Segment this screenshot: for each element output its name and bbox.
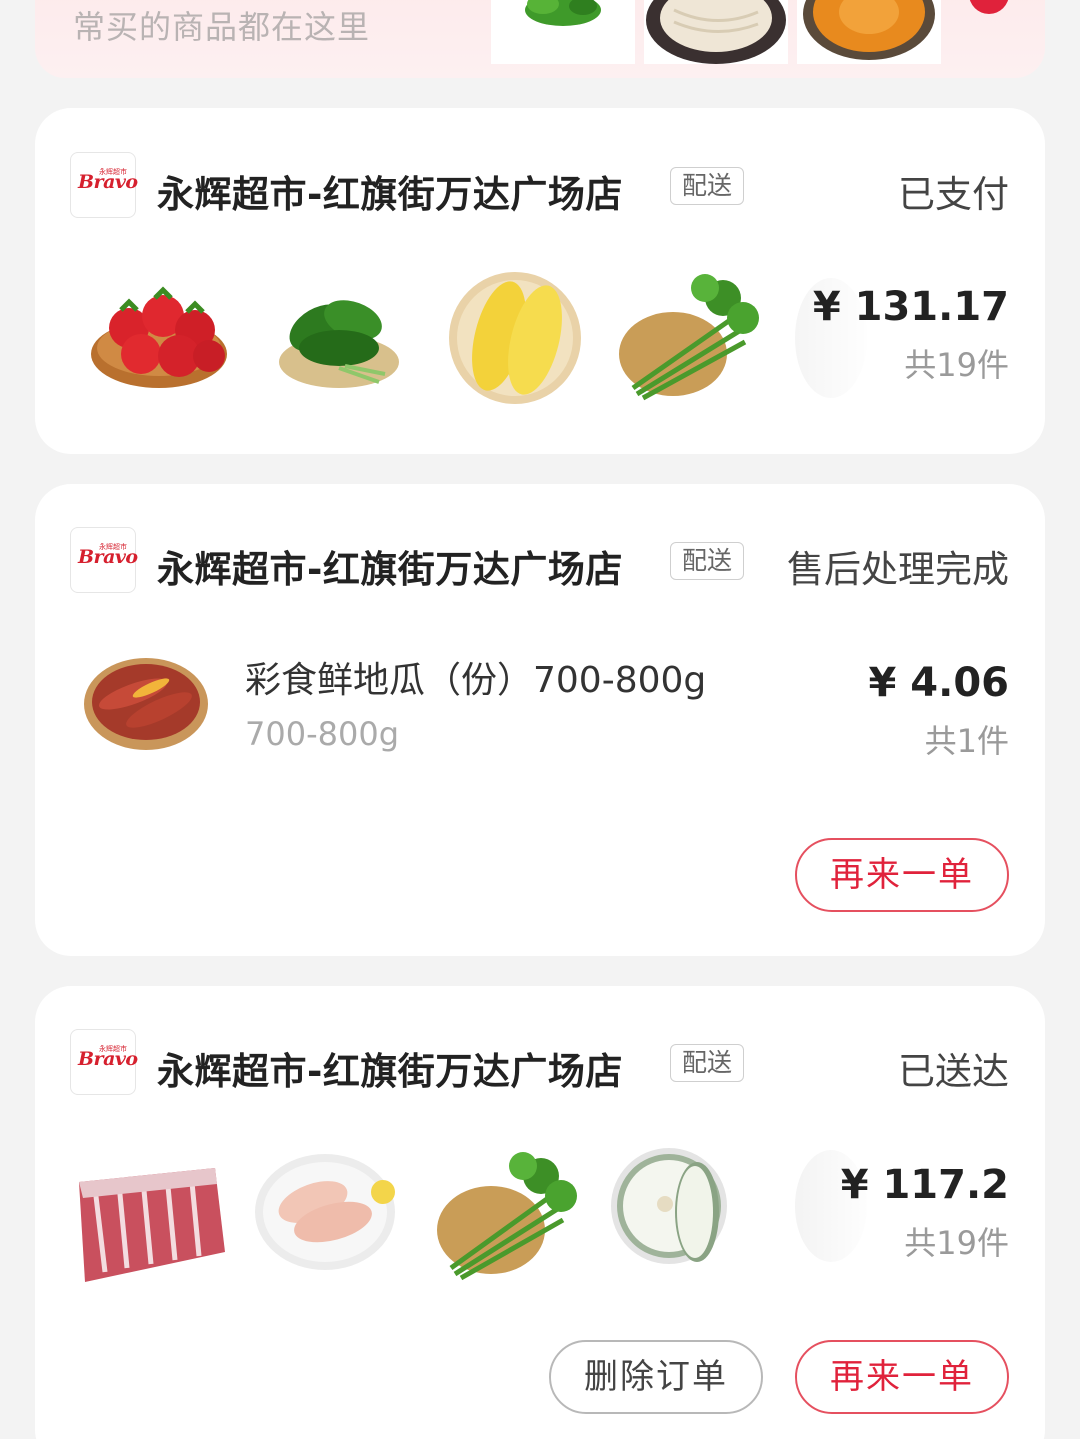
order-status: 已支付 — [898, 173, 1009, 216]
noodles-thumb — [644, 0, 788, 64]
item-name[interactable]: 彩食鲜地瓜（份）700-800g — [245, 651, 706, 703]
store-logo: 永辉超市 Bravo — [70, 1029, 138, 1095]
store-name[interactable]: 永辉超市-红旗街万达广场店 — [157, 1041, 623, 1095]
thumb-fade — [771, 256, 921, 416]
order-price: ¥ 117.2 — [840, 1162, 1009, 1208]
order-price: ¥ 4.06 — [868, 660, 1009, 706]
item-count: 共1件 — [924, 722, 1009, 760]
close-badge-icon[interactable] — [969, 0, 1009, 14]
item-spec: 700-800g — [245, 715, 400, 753]
logo-text: Bravo — [78, 171, 138, 193]
delivery-tag: 配送 — [670, 1044, 744, 1082]
thumb-fade — [771, 1134, 921, 1294]
order-status: 售后处理完成 — [787, 548, 1009, 591]
strawberries-thumb — [81, 258, 237, 414]
logo-text: Bravo — [78, 1048, 138, 1070]
store-logo: 永辉超市 Bravo — [70, 152, 138, 218]
order-list-page: 常买的商品都在这里 永辉超市 Bravo 永辉超市-红旗街万达广场店 配送 已支… — [0, 0, 1080, 1439]
sweet-potato-thumb — [81, 644, 211, 754]
order-card[interactable]: 永辉超市 Bravo 永辉超市-红旗街万达广场店 配送 已送达 ¥ 117.2 … — [35, 986, 1045, 1439]
chicken-breast-thumb — [253, 1142, 409, 1298]
item-count: 共19件 — [904, 346, 1009, 384]
order-price: ¥ 131.17 — [812, 284, 1009, 330]
item-count: 共19件 — [904, 1224, 1009, 1262]
frequent-items-banner[interactable]: 常买的商品都在这里 — [35, 0, 1045, 78]
logo-text: Bravo — [78, 546, 138, 568]
delete-order-button[interactable]: 删除订单 — [549, 1340, 763, 1414]
delivery-tag: 配送 — [670, 542, 744, 580]
delivery-tag: 配送 — [670, 167, 744, 205]
reorder-button[interactable]: 再来一单 — [795, 1340, 1009, 1414]
store-logo: 永辉超市 Bravo — [70, 527, 138, 593]
order-card[interactable]: 永辉超市 Bravo 永辉超市-红旗街万达广场店 配送 售后处理完成 彩食鲜地瓜… — [35, 484, 1045, 956]
spinach-thumb — [259, 258, 415, 414]
winter-melon-thumb — [609, 1142, 765, 1298]
cilantro-thumb — [491, 0, 635, 64]
order-card[interactable]: 永辉超市 Bravo 永辉超市-红旗街万达广场店 配送 已支付 ¥ 131.17… — [35, 108, 1045, 454]
celery-thumb — [613, 258, 769, 414]
store-name[interactable]: 永辉超市-红旗街万达广场店 — [157, 164, 623, 218]
store-name[interactable]: 永辉超市-红旗街万达广场店 — [157, 539, 623, 593]
order-status: 已送达 — [898, 1050, 1009, 1093]
corn-thumb — [437, 258, 593, 414]
reorder-button[interactable]: 再来一单 — [795, 838, 1009, 912]
celery-thumb — [431, 1140, 587, 1296]
pumpkin-thumb — [797, 0, 941, 64]
banner-subtitle: 常买的商品都在这里 — [73, 8, 371, 46]
lamb-ribs-thumb — [75, 1132, 231, 1288]
